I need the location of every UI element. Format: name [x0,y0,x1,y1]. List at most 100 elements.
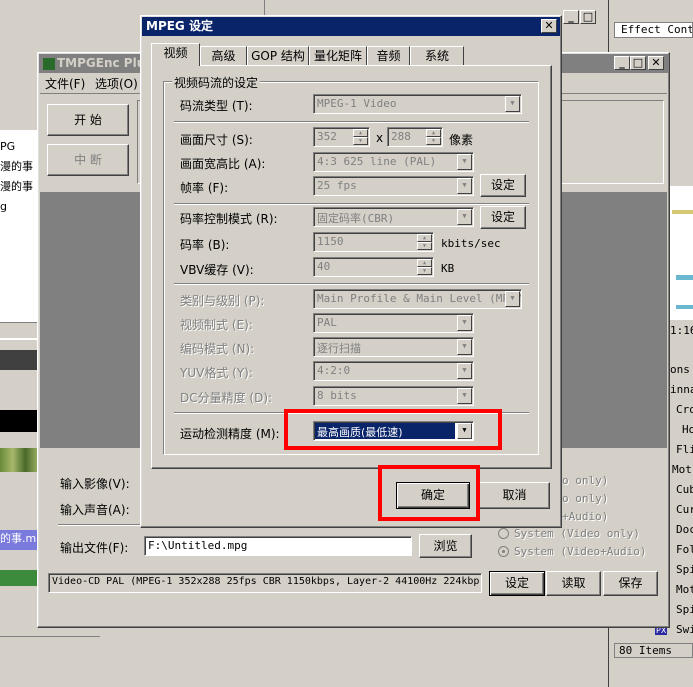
cancel-button[interactable]: 取消 [479,482,550,509]
output-file-input[interactable]: F:\Untitled.mpg [144,536,412,556]
frame-width-value: 352 [317,130,337,143]
menu-options[interactable]: 选项(O) [95,75,138,92]
save-button[interactable]: 保存 [603,571,658,596]
vbv-input[interactable]: 40 ▲ ▼ [313,257,434,277]
spin-up-icon: ▲ [426,129,441,137]
frame-rate-settings-button[interactable]: 设定 [480,174,526,197]
left-panel-header [0,0,38,130]
effect-item[interactable]: Mot [676,583,693,596]
tab-system[interactable]: 系统 [410,46,464,66]
tab-gop[interactable]: GOP 结构 [247,46,309,66]
yuv-value: 4:2:0 [317,364,351,377]
aspect-select[interactable]: 4:3 625 line (PAL) ▼ [313,152,474,172]
frame-height-input[interactable]: 288 ▲ ▼ [387,127,443,147]
effect-item[interactable]: Fli [676,443,693,456]
radio-system-video[interactable] [498,528,509,539]
video-label: 输入影像(V): [60,477,130,491]
effect-item[interactable]: Spi [676,563,693,576]
bottom-toolbar [0,636,100,656]
bitrate-stepper[interactable]: ▲ ▼ [417,234,432,250]
stream-type-select[interactable]: MPEG-1 Video ▼ [313,94,522,114]
effect-item[interactable]: Spi [676,603,693,616]
stream-option-text: +Audio) [562,510,609,523]
clip-label: 的事.m [0,532,37,545]
frame-height-value: 288 [391,130,411,143]
tab-video[interactable]: 视频 [151,43,200,66]
stream-type-label: 码流类型 (T): [180,99,253,113]
chevron-down-icon: ▼ [457,388,472,404]
effect-item[interactable]: Cur [676,503,693,516]
effect-item[interactable]: Ho [682,423,693,436]
tmpgenc-close-button[interactable]: ✕ [648,56,664,70]
frame-width-stepper[interactable]: ▲ ▼ [353,129,368,145]
video-format-select[interactable]: PAL ▼ [313,313,474,333]
dialog-close-button[interactable]: ✕ [541,19,557,33]
tmpgenc-title: TMPGEnc Plus [57,56,153,70]
effect-item[interactable]: ons [670,363,693,376]
radio-system-videoaudio[interactable] [498,546,509,557]
items-count: 80 Items [614,643,693,658]
vbv-stepper[interactable]: ▲ ▼ [417,259,432,275]
dialog-titlebar: MPEG 设定 [142,17,560,36]
effect-panel-title: Effect Contr [614,22,693,38]
chevron-down-icon: ▼ [457,315,472,331]
rate-control-settings-button[interactable]: 设定 [480,206,526,229]
rate-control-value: 固定码率(CBR) [317,212,395,225]
list-item[interactable]: g [0,200,38,213]
effect-item[interactable]: Mot [672,463,693,476]
encode-mode-select[interactable]: 逐行扫描 ▼ [313,337,474,357]
tmpgenc-maximize-button[interactable]: □ [630,56,646,70]
timeline-green [0,570,38,586]
effect-item[interactable]: Swi [676,623,693,636]
effect-item[interactable]: Fol [676,543,693,556]
tab-audio[interactable]: 音频 [367,46,410,66]
bitrate-label: 码率 (B): [180,238,230,252]
stop-button[interactable]: 中 断 [47,144,129,176]
effect-item[interactable]: inna [670,383,693,396]
browse-button[interactable]: 浏览 [419,534,472,558]
dialog-title: MPEG 设定 [146,19,213,33]
effect-item[interactable]: Doc [676,523,693,536]
preview-area [670,186,693,320]
list-item[interactable]: 漫的事 [0,158,38,174]
list-item[interactable]: 漫的事 [0,178,38,194]
spin-down-icon: ▼ [417,267,432,275]
bg-minimize-button[interactable]: _ [563,10,579,24]
effect-item[interactable]: Cub [676,483,693,496]
start-button[interactable]: 开 始 [47,104,129,136]
motion-label: 运动检测精度 (M): [180,427,280,441]
frame-height-stepper[interactable]: ▲ ▼ [426,129,441,145]
highlight-motion-select [284,409,502,450]
tab-advanced[interactable]: 高级 [200,46,247,66]
divider [174,283,529,285]
bg-maximize-button[interactable]: □ [580,10,596,24]
output-label: 输出文件(F): [60,541,129,555]
effect-item[interactable]: Cro [676,403,693,416]
list-item[interactable]: PG [0,140,38,153]
settings-button[interactable]: 设定 [489,571,545,596]
tmpgenc-minimize-button[interactable]: _ [614,56,630,70]
stream-option-text: System (Video+Audio) [514,545,647,558]
rate-control-select[interactable]: 固定码率(CBR) ▼ [313,207,474,227]
spin-down-icon: ▼ [417,242,432,250]
divider [174,121,529,123]
chevron-down-icon: ▼ [457,178,472,194]
load-button[interactable]: 读取 [546,571,601,596]
spin-down-icon: ▼ [353,137,368,145]
yuv-select[interactable]: 4:2:0 ▼ [313,361,474,381]
frame-width-input[interactable]: 352 ▲ ▼ [313,127,370,147]
audio-label: 输入声音(A): [60,503,130,517]
encode-mode-value: 逐行扫描 [317,342,361,355]
chevron-down-icon: ▼ [457,339,472,355]
preview-bar [676,275,693,280]
profile-label: 类别与级别 (P): [180,294,265,308]
profile-select[interactable]: Main Profile & Main Level (MP@M ▼ [313,289,522,309]
left-scrollbar[interactable] [0,322,38,338]
menu-file[interactable]: 文件(F) [45,75,85,92]
tab-quant-matrix[interactable]: 量化矩阵 [309,46,367,66]
spin-up-icon: ▲ [353,129,368,137]
bitrate-input[interactable]: 1150 ▲ ▼ [313,232,434,252]
frame-rate-select[interactable]: 25 fps ▼ [313,176,474,196]
dc-select[interactable]: 8 bits ▼ [313,386,474,406]
timeline-clip[interactable]: 的事.m [0,530,38,550]
